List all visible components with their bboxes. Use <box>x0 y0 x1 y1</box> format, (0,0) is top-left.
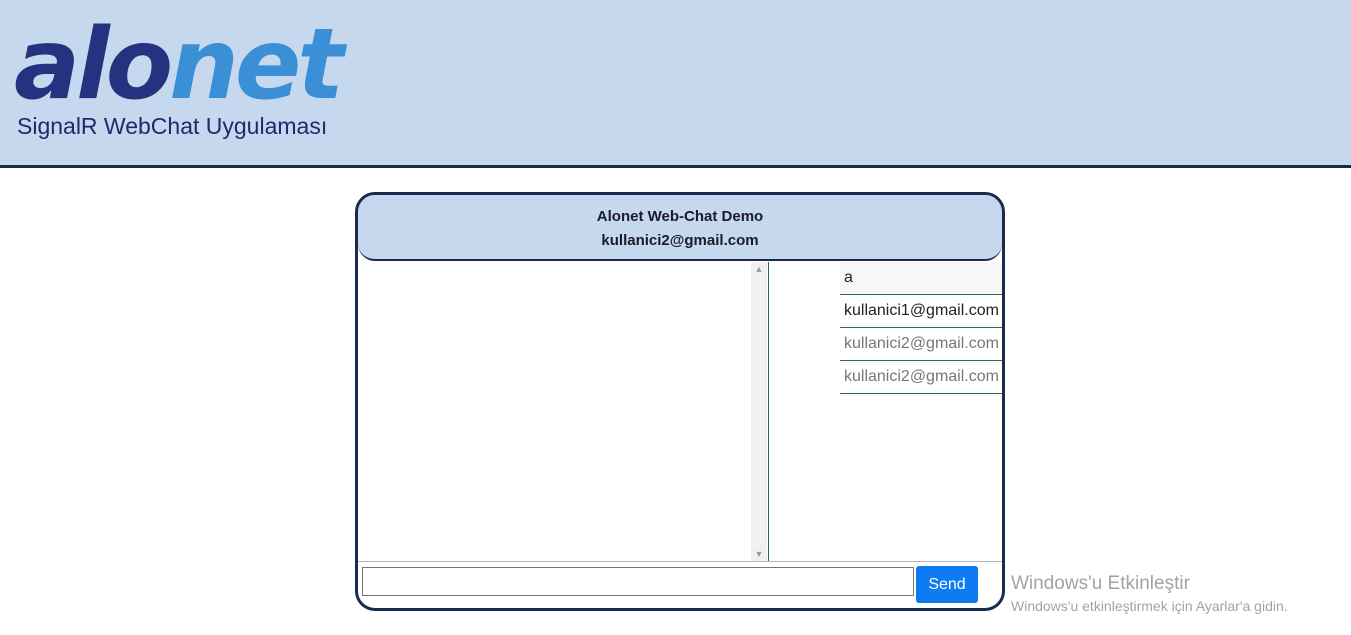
windows-activation-watermark: Windows'u Etkinleştir Windows'u etkinleş… <box>1011 573 1288 614</box>
scroll-down-arrow-icon[interactable]: ▼ <box>751 547 767 561</box>
user-list-item[interactable]: kullanici1@gmail.com <box>840 295 1002 328</box>
message-input[interactable] <box>362 567 914 596</box>
watermark-subtitle: Windows'u etkinleştirmek için Ayarlar'a … <box>1011 598 1288 614</box>
user-list-item[interactable]: kullanici2@gmail.com <box>840 328 1002 361</box>
scroll-up-arrow-icon[interactable]: ▲ <box>751 262 767 276</box>
watermark-title: Windows'u Etkinleştir <box>1011 573 1190 594</box>
send-button[interactable]: Send <box>916 566 978 603</box>
message-list-scrollbar[interactable]: ▲ ▼ <box>751 262 767 561</box>
app-subtitle: SignalR WebChat Uygulaması <box>17 113 328 139</box>
chat-title: Alonet Web-Chat Demo <box>596 208 764 225</box>
user-list-item[interactable]: kullanici2@gmail.com <box>840 361 1002 394</box>
message-list[interactable] <box>358 262 769 561</box>
chat-header: Alonet Web-Chat Demo kullanici2@gmail.co… <box>358 195 1002 261</box>
current-user-email: kullanici2@gmail.com <box>601 232 759 249</box>
page-header: alonet SignalR WebChat Uygulaması <box>0 0 1351 168</box>
alonet-logo: alonet <box>14 18 351 108</box>
chat-window: Alonet Web-Chat Demo kullanici2@gmail.co… <box>355 192 1005 611</box>
user-list-item[interactable]: a <box>840 262 1002 295</box>
message-input-row: Send <box>358 561 1002 608</box>
online-user-list: a kullanici1@gmail.com kullanici2@gmail.… <box>840 262 1002 394</box>
svg-text:alonet: alonet <box>14 18 347 108</box>
